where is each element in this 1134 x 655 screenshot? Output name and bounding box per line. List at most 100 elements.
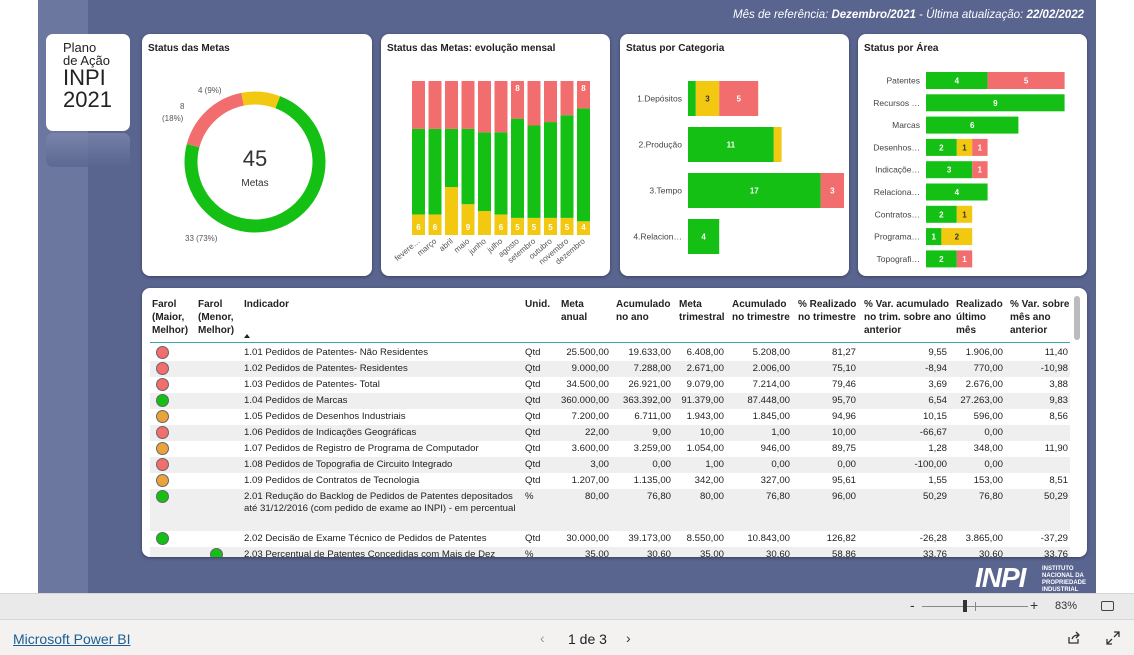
indicators-table[interactable]: Farol (Maior, Melhor) Farol (Menor, Melh… [142,288,1087,557]
cell-rt: 10,00 [831,427,856,438]
categoria-chart[interactable]: 1.Depósitos 3 5 2.Produção 11 3.Tempo 17 3 4.Rel… [620,34,849,276]
status-categoria-card[interactable]: Status por Categoria 1.Depósitos 3 5 2.Prod… [620,34,849,276]
header-meta-anual[interactable]: Meta anual [561,298,601,324]
hbar-label-2-red-4: 1 [978,166,983,175]
status-metas-card[interactable]: Status das Metas 45 Metas 33 (73%) 8 (18%) 4 … [142,34,372,276]
power-bi-link[interactable]: Microsoft Power BI [13,631,130,647]
cell-vm: 33,76 [1043,549,1068,557]
share-icon[interactable] [1067,631,1081,645]
header-real-mes[interactable]: Realizado último mês [956,298,1008,337]
farol-maior-green [156,532,169,545]
evol-bar-red-setembro[interactable] [527,81,541,126]
evol-bar-red-julho[interactable] [494,81,508,133]
fullscreen-icon[interactable] [1106,631,1120,645]
cell-at: 10.843,00 [747,533,790,544]
farol-maior-orange [156,442,169,455]
cell-aa: 3.259,00 [633,443,671,454]
cell-at: 5.208,00 [752,347,790,358]
evol-bar-green-abril[interactable] [445,128,458,188]
header-farol-menor[interactable]: Farol (Menor, Melhor) [198,298,242,337]
evol-bar-red-fevereiro[interactable] [412,81,425,129]
evol-bar-red-maio[interactable] [461,81,475,129]
donut-label-green: 33 (73%) [185,234,218,243]
header-acum-tri[interactable]: Acumulado no trimestre [732,298,794,324]
cell-at: 0,00 [771,459,790,470]
evol-bar-green-março[interactable] [428,128,442,215]
evol-bar-green-fevereiro[interactable] [412,128,425,215]
evolucao-mensal-card[interactable]: Status das Metas: evolução mensal 6 fever… [381,34,610,276]
cell-at: 30,60 [765,549,790,557]
status-area-card[interactable]: Status por Área Patentes 4 5 Recursos … 9 Mar… [858,34,1087,276]
evol-bar-red-novembro[interactable] [560,81,574,116]
cell-vm: 11,40 [1044,347,1068,358]
evol-bar-green-setembro[interactable] [527,125,541,218]
area-chart[interactable]: Patentes 4 5 Recursos … 9 Marcas 6 Desenhos… 2 1 1… [858,34,1087,276]
evol-xtick-junho: junho [466,236,488,256]
evol-bar-green-dezembro[interactable] [577,108,590,222]
header-unid[interactable]: Unid. [525,298,555,311]
next-page-icon[interactable]: › [626,630,631,646]
hbar-label-2-green-4: 3 [947,166,952,175]
cell-rm: 1.906,00 [965,347,1003,358]
zoom-out-button[interactable]: - [910,597,915,613]
evolucao-chart[interactable]: 6fevere…6março abril9maiojunho6julho58ago… [381,34,610,276]
fit-page-icon[interactable] [1101,601,1114,611]
cell-va: -100,00 [914,459,947,470]
evol-bar-green-agosto[interactable] [511,118,524,218]
hbar-1-yellow-1[interactable] [773,127,782,162]
evol-bar-yellow-junho[interactable] [478,211,491,235]
cell-ma: 35,00 [584,549,609,557]
evol-bar-green-outubro[interactable] [544,122,557,218]
zoom-slider-thumb[interactable] [962,600,967,612]
evol-bar-red-outubro[interactable] [544,81,557,123]
cell-u: Qtd [525,427,541,438]
header-indicador[interactable]: Indicador [244,298,444,311]
hbar-label-2-green-8: 2 [939,255,944,264]
zoom-in-button[interactable]: + [1030,597,1038,613]
donut-label-red-pct: (18%) [162,114,184,123]
header-var-acum[interactable]: % Var. acumulado no trim. sobre ano ante… [864,298,952,337]
hbar-label-2-red-0: 5 [1024,77,1029,86]
evol-bar-green-junho[interactable] [478,132,491,212]
cell-rt: 95,61 [831,475,856,486]
evol-bar-green-maio[interactable] [461,128,475,205]
cell-u: Qtd [525,347,541,358]
hbar-1-green-0[interactable] [688,81,696,116]
hbar-ylabel-1-0: 1.Depósitos [637,94,682,104]
donut-label-yellow: 4 (9%) [198,86,222,95]
hbar-ylabel-2-0: Patentes [886,76,920,86]
header-farol-maior[interactable]: Farol (Maior, Melhor) [152,298,196,337]
header-meta-tri[interactable]: Meta trimestral [679,298,729,324]
evol-bar-red-junho[interactable] [478,81,491,133]
cell-mt: 1,00 [705,459,724,470]
cell-aa: 7.288,00 [633,363,671,374]
cell-va: 6,54 [928,395,947,406]
cell-rt: 89,75 [831,443,856,454]
evol-bar-green-julho[interactable] [494,132,508,215]
header-real-tri[interactable]: % Realizado no trimestre [798,298,860,324]
hbar-label-2-yellow-6: 1 [962,210,967,219]
evol-label-yellow-novembro: 5 [565,223,570,232]
evol-bar-yellow-abril[interactable] [445,187,458,235]
cell-vm: 8,51 [1049,475,1068,486]
cell-rm: 3.865,00 [965,533,1003,544]
prev-page-icon[interactable]: ‹ [540,630,545,646]
evol-label-yellow-dezembro: 4 [581,223,586,232]
inpi-logo: INPI INSTITUTO NACIONAL DA PROPRIEDADE I… [975,564,1090,594]
cell-va: -26,28 [919,533,947,544]
donut-slice-yellow[interactable] [241,91,281,109]
cell-ma: 25.500,00 [566,347,609,358]
donut-slice-red[interactable] [186,92,245,148]
reference-middle: - Última atualização: [915,9,1027,21]
evol-bar-red-março[interactable] [428,81,442,129]
header-var-mes[interactable]: % Var. sobre mês ano anterior [1010,298,1072,337]
farol-maior-green [156,394,169,407]
evol-bar-red-abril[interactable] [445,81,458,129]
cell-vm: -37,29 [1040,533,1068,544]
cell-rt: 81,27 [831,347,856,358]
header-acum-ano[interactable]: Acumulado no ano [616,298,674,324]
donut-chart[interactable]: 45 Metas 33 (73%) 8 (18%) 4 (9%) [142,34,372,276]
scrollbar[interactable] [1074,296,1080,340]
zoom-slider[interactable] [922,600,1028,612]
evol-bar-green-novembro[interactable] [560,115,574,218]
